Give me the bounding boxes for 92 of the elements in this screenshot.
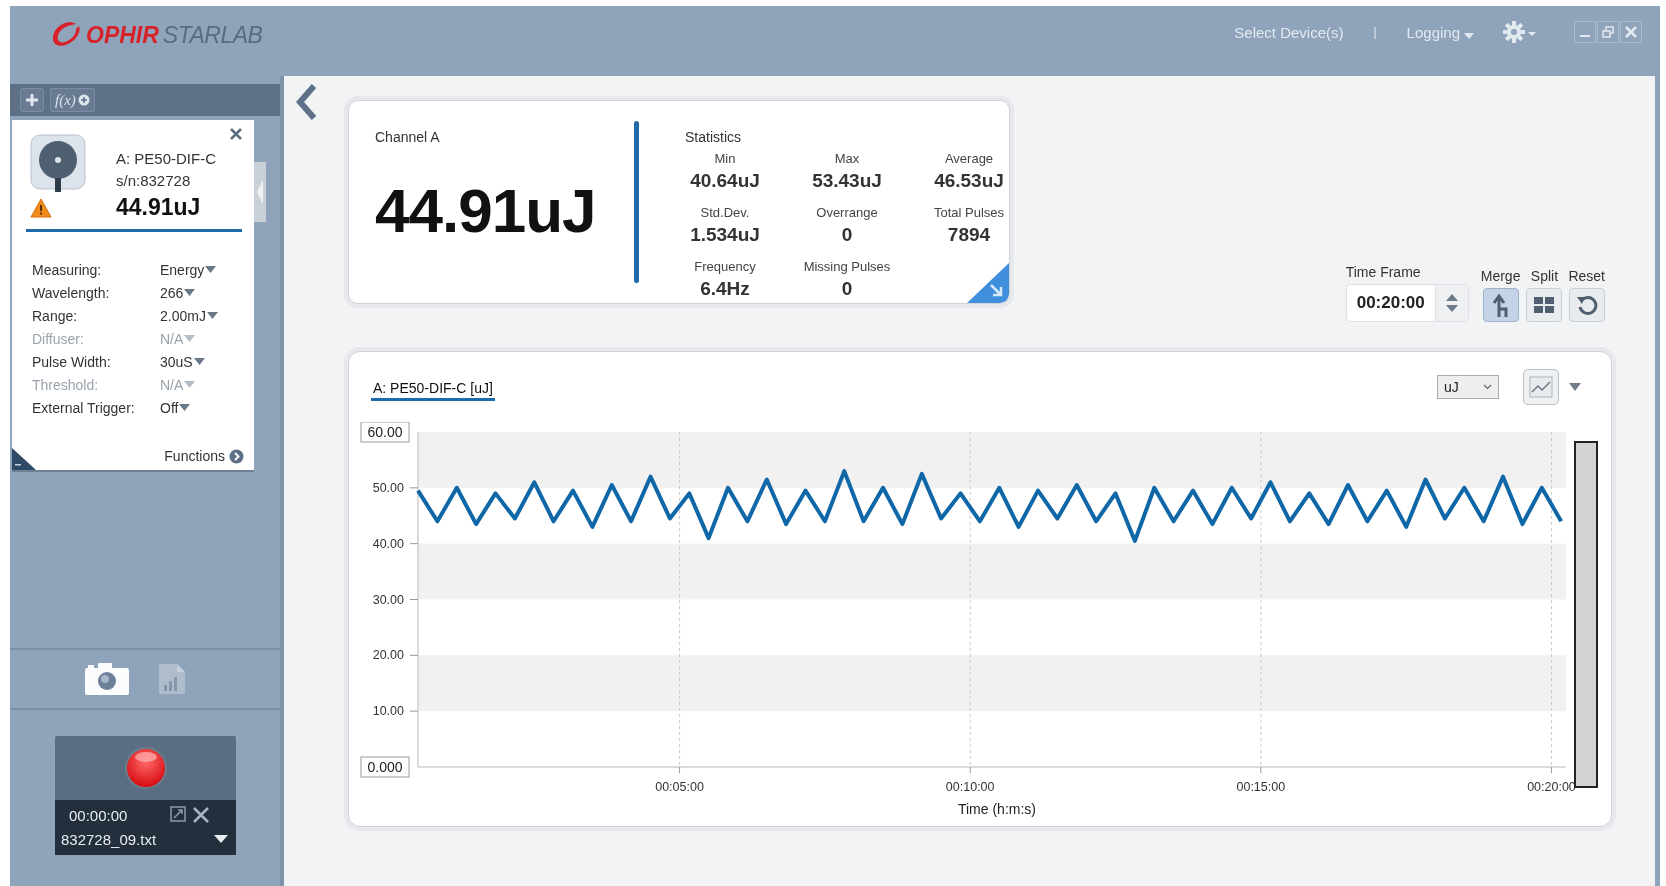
statistic-label: Max [834, 151, 860, 166]
unit-select[interactable]: uJ [1437, 375, 1499, 399]
statistic-label: Min [714, 151, 736, 166]
caret-icon[interactable] [205, 266, 217, 273]
collapse-handle[interactable] [254, 162, 266, 222]
caret-icon[interactable] [1464, 33, 1474, 39]
back-chevron-icon[interactable] [296, 84, 318, 120]
setting-label: Diffuser: [32, 330, 85, 347]
statistic-label: Std.Dev. [700, 205, 750, 220]
chevron-down-icon[interactable] [1483, 384, 1492, 390]
menu-separator: | [1373, 25, 1377, 39]
statistic-label: Total Pulses [933, 205, 1005, 220]
collapse-corner-icon[interactable] [12, 448, 36, 470]
y-tick-label: 60.00 [367, 424, 403, 440]
statistic-label: Average [944, 151, 994, 166]
time-frame-label: Time Frame [1345, 264, 1422, 280]
channel-title: Channel A [375, 129, 441, 145]
x-axis-title: Time (h:m:s) [958, 801, 1036, 817]
log-file-name: 832728_09.txt [61, 830, 157, 848]
setting-label: Pulse Width: [32, 353, 112, 370]
setting-dropdown[interactable]: 266 [160, 284, 196, 301]
record-button[interactable] [123, 746, 168, 790]
statistics-title: Statistics [685, 129, 742, 145]
serial-number: s/n:832728 [116, 171, 192, 191]
chart-type-caret-icon[interactable] [1569, 383, 1581, 391]
x-tick-label: 00:05:00 [655, 780, 704, 794]
grid-icon[interactable] [1533, 296, 1556, 314]
statistic-label: Overrange [816, 205, 878, 220]
settings-button[interactable] [1502, 19, 1538, 45]
axis-limit-field[interactable]: 0.000 [360, 756, 410, 778]
scrollbar[interactable] [1574, 441, 1598, 788]
statistic-value: 7894 [947, 224, 991, 246]
statistic-value: 53.43uJ [812, 170, 882, 192]
add-device-button[interactable] [20, 88, 44, 112]
channel-reading: 44.91uJ [375, 175, 597, 246]
setting-dropdown[interactable]: Energy [160, 261, 217, 278]
functions-link[interactable]: Functions [164, 448, 244, 464]
setting-dropdown[interactable]: 2.00mJ [160, 307, 218, 324]
reset-icon[interactable] [1575, 294, 1598, 316]
statistic-label: Frequency [694, 259, 756, 274]
spinner-icon[interactable] [1443, 292, 1460, 314]
x-tick-label: 00:15:00 [1236, 780, 1286, 794]
merge-icon[interactable] [1490, 293, 1511, 317]
device-name: A: PE50-DIF-C [116, 149, 217, 169]
statistic-label: Missing Pulses [803, 259, 891, 274]
device-reading: 44.91uJ [116, 194, 202, 221]
statistic-value: 6.4Hz [700, 278, 750, 300]
chevron-circle-icon[interactable] [229, 448, 244, 464]
record-time: 00:00:00 [69, 806, 128, 824]
reset-button[interactable] [1568, 288, 1605, 322]
statistic-value: 0 [841, 278, 853, 300]
chart-tab[interactable]: A: PE50-DIF-C [uJ] [371, 379, 495, 401]
sensor-icon [30, 134, 86, 192]
line-chart-icon[interactable] [1529, 376, 1553, 398]
merge-button[interactable] [1482, 288, 1519, 322]
statistic-value: 0 [841, 224, 853, 246]
caret-icon[interactable] [184, 289, 196, 296]
y-tick-label: 50.00 [372, 480, 404, 495]
setting-label: External Trigger: [32, 399, 136, 416]
plus-circle-icon[interactable] [77, 94, 90, 106]
expand-corner-icon[interactable] [967, 263, 1009, 303]
caret-icon[interactable] [193, 358, 205, 365]
setting-label: Measuring: [32, 261, 103, 278]
axis-limit-field[interactable]: 60.00 [360, 422, 410, 443]
view-button-label: Split [1530, 268, 1559, 284]
setting-dropdown[interactable]: 30uS [160, 353, 205, 370]
setting-label: Wavelength: [32, 284, 111, 301]
open-file-icon[interactable] [170, 806, 186, 822]
setting-dropdown[interactable]: Off [160, 399, 191, 416]
split-button[interactable] [1526, 288, 1563, 322]
y-tick-label: 30.00 [372, 592, 404, 607]
statistic-value: 1.534uJ [690, 224, 760, 246]
caret-icon[interactable] [179, 404, 191, 411]
statistic-value: 40.64uJ [690, 170, 760, 192]
x-tick-label: 00:10:00 [945, 780, 995, 794]
camera-icon[interactable] [84, 662, 130, 696]
caret-icon[interactable] [206, 312, 218, 319]
y-tick-label: 40.00 [372, 536, 404, 551]
view-button-label: Reset [1568, 268, 1605, 284]
y-tick-label: 20.00 [372, 648, 404, 663]
statistic-value: 46.53uJ [934, 170, 1004, 192]
close-icon[interactable] [230, 128, 242, 140]
view-button-label: Merge [1480, 268, 1521, 284]
dropdown-caret-icon[interactable] [214, 835, 228, 843]
x-tick-label: 00:20:00 [1527, 780, 1576, 794]
app-logo: OPHIR STARLAB [50, 20, 263, 50]
y-tick-label: 0.000 [367, 759, 403, 775]
y-tick-label: 10.00 [372, 704, 404, 719]
time-frame-field[interactable]: 00:20:00 [1345, 284, 1469, 322]
plus-icon[interactable] [25, 93, 39, 107]
setting-label: Threshold: [32, 376, 100, 393]
setting-label: Range: [32, 307, 79, 324]
